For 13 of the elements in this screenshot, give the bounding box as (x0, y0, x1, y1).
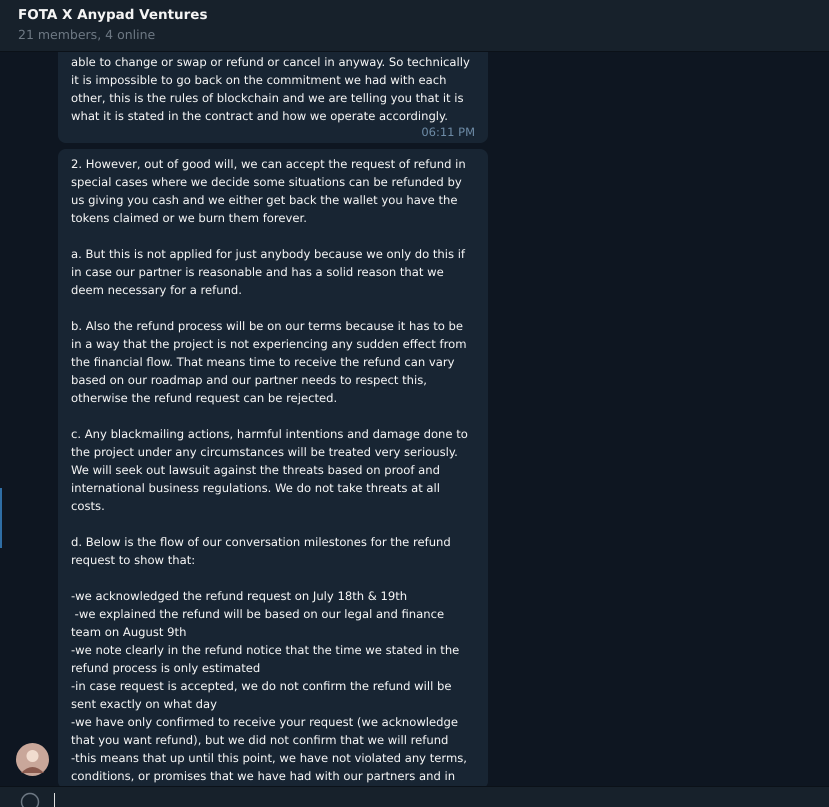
message-text: able to change or swap or refund or cancel in anyway. So technically it is impossible to go back on the commitment we had with each other, this is the rules of blockchain and we are telling you that it is what it is stated in the contract and how we operate accordingly. (71, 54, 471, 125)
message-time: 06:11 PM (421, 125, 475, 139)
message-text: -we acknowledged the refund request on July 18th & 19th -we explained the refund will be based on our legal and finance team on August 9th -we note clearly in the refund notice that the time we stated in the refund process is only estimated -in case request is accepted, we do not confirm the refund will be sent exactly on what day -we have only confirmed to receive your request (we acknowledge that you want refund), but we did not confirm that we will refund -this means that up until this point, we have not violated any terms, conditions, or promises that we have had with our partners and in (71, 588, 468, 785)
message-input-field[interactable] (0, 786, 829, 807)
avatar[interactable] (16, 743, 49, 776)
message-text: b. Also the refund process will be on our terms because it has to be in a way that the project is not experiencing any sudden effect from the financial flow. That means time to receive the refund can vary based on our roadmap and our partner needs to respect this, otherwise the refund request can be rejected. (71, 318, 468, 407)
message-text: c. Any blackmailing actions, harmful intentions and damage done to the project under any circumstances will be treated very seriously. We will seek out lawsuit against the threats based on proof and international business regulations. We do not take threats at all costs. (71, 426, 469, 515)
scrollbar-thumb[interactable] (0, 488, 2, 548)
message-text: a. But this is not applied for just anybody because we only do this if in case our partner is reasonable and has a solid reason that we deem necessary for a refund. (71, 246, 466, 299)
member-count: 21 members, 4 online (18, 26, 156, 44)
message-text: 2. However, out of good will, we can accept the request of refund in special cases where we decide some situations can be refunded by us giving you cash and we either get back the wallet you have the tokens claimed or we burn them forever. (71, 156, 467, 227)
message-text: d. Below is the flow of our conversation milestones for the refund request to show that: (71, 534, 452, 569)
chat-title: FOTA X Anypad Ventures (18, 6, 209, 24)
